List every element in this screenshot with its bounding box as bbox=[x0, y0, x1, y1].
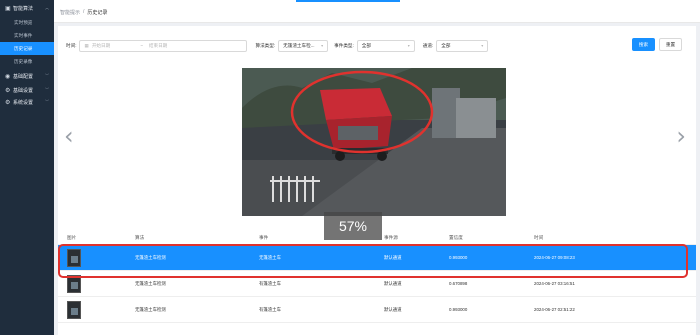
sidebar-group-label: 基础设置 bbox=[13, 87, 34, 94]
image-viewer: ‹ › 57% bbox=[58, 64, 696, 240]
column-header-algorithm: 算法 bbox=[135, 235, 145, 240]
sidebar-group-label: 系统设置 bbox=[13, 99, 34, 106]
event-type-select[interactable]: 全部 ▾ bbox=[356, 39, 415, 52]
breadcrumb-item[interactable]: 智能提示 bbox=[60, 9, 80, 16]
breadcrumb-current: 历史记录 bbox=[87, 10, 108, 16]
column-header-image: 图片 bbox=[67, 235, 77, 240]
chevron-down-icon: ﹀ bbox=[45, 99, 49, 104]
channel-select[interactable]: 全部 ▾ bbox=[436, 39, 489, 52]
sidebar-group-basic-settings[interactable]: ⚙ 基础设置 ﹀ bbox=[0, 84, 54, 96]
sidebar-item-live-events[interactable]: 实时事件 bbox=[0, 29, 54, 42]
cell-source: 默认通道 bbox=[384, 306, 402, 312]
chevron-up-icon: ︿ bbox=[45, 5, 49, 10]
row-thumbnail[interactable] bbox=[67, 274, 81, 293]
event-type-value: 全部 bbox=[361, 42, 371, 48]
end-date-input[interactable]: 结束日期 bbox=[149, 43, 167, 49]
channel-label: 通道: bbox=[422, 42, 434, 48]
search-button[interactable]: 搜索 bbox=[632, 38, 655, 51]
chevron-down-icon: ▾ bbox=[321, 43, 324, 48]
cell-algorithm: 无篷渣土车检测 bbox=[135, 254, 166, 260]
chevron-left-icon[interactable]: ‹ bbox=[64, 122, 74, 150]
time-label: 时间: bbox=[66, 42, 77, 48]
channel-value: 全部 bbox=[441, 42, 451, 48]
row-thumbnail[interactable] bbox=[67, 300, 81, 319]
cell-algorithm: 无篷渣土车检测 bbox=[135, 280, 166, 286]
chevron-down-icon: ▾ bbox=[407, 43, 410, 48]
cell-time: 2024-06-27 09:08:23 bbox=[534, 255, 575, 260]
column-header-confidence: 置信度 bbox=[449, 235, 463, 240]
monitor-icon: ▣ bbox=[5, 5, 11, 12]
column-header-event: 事件 bbox=[259, 235, 269, 240]
cell-source: 默认通道 bbox=[384, 280, 402, 286]
algo-type-select[interactable]: 无篷渣土车检... ▾ bbox=[278, 39, 329, 52]
algo-type-label: 算法类型: bbox=[255, 42, 276, 48]
chevron-down-icon: ﹀ bbox=[45, 73, 49, 78]
sidebar-group-label: 智能算法 bbox=[13, 5, 34, 12]
top-bar: 智能提示 / 历史记录 bbox=[54, 0, 700, 23]
cell-confidence: 0.670898 bbox=[449, 281, 468, 286]
cell-event: 有篷渣土车 bbox=[259, 306, 281, 312]
gear-icon: ⚙ bbox=[5, 87, 11, 94]
cell-algorithm: 无篷渣土车检测 bbox=[135, 306, 166, 312]
snapshot-image bbox=[242, 68, 506, 216]
chevron-right-icon[interactable]: › bbox=[676, 122, 686, 150]
sidebar-group-algorithm[interactable]: ▣ 智能算法 ︿ bbox=[0, 0, 54, 16]
breadcrumb-separator: / bbox=[83, 9, 85, 15]
start-date-input[interactable]: 开始日期 bbox=[92, 43, 110, 49]
event-type-label: 事件类型: bbox=[334, 42, 354, 48]
cell-time: 2024-06-27 02:51:22 bbox=[534, 307, 575, 312]
sidebar-item-live-preview[interactable]: 实时预览 bbox=[0, 16, 54, 29]
cell-event: 有篷渣土车 bbox=[259, 280, 281, 286]
sidebar-item-history-records[interactable]: 历史记录 bbox=[0, 42, 54, 55]
sidebar-group-system-settings[interactable]: ⚙ 系统设置 ﹀ bbox=[0, 96, 54, 108]
cell-event: 无篷渣土车 bbox=[259, 254, 281, 260]
chevron-down-icon: ﹀ bbox=[45, 87, 49, 92]
breadcrumb: 智能提示 / 历史记录 bbox=[60, 9, 107, 16]
sidebar: ▣ 智能算法 ︿ 实时预览 实时事件 历史记录 历史录像 ◉ 基础配置 ﹀ ⚙ … bbox=[0, 0, 54, 335]
sidebar-item-history-video[interactable]: 历史录像 bbox=[0, 55, 54, 68]
table-row[interactable]: 无篷渣土车检测 有篷渣土车 默认通道 0.993000 2024-06-27 0… bbox=[58, 297, 696, 323]
cell-time: 2024-06-27 03:16:51 bbox=[534, 281, 575, 286]
records-table: 图片 算法 事件 事件源 置信度 时间 无篷渣土车检测 无篷渣土车 默认通道 0… bbox=[58, 232, 696, 323]
table-row[interactable]: 无篷渣土车检测 无篷渣土车 默认通道 0.993000 2024-06-27 0… bbox=[58, 245, 696, 271]
algo-type-value: 无篷渣土车检... bbox=[283, 42, 315, 48]
calendar-icon: ▦ bbox=[84, 42, 89, 48]
sidebar-group-label: 基础配置 bbox=[13, 73, 34, 80]
cell-source: 默认通道 bbox=[384, 254, 402, 260]
cell-confidence: 0.993000 bbox=[449, 255, 468, 260]
main-card: 时间: ▦ 开始日期 ~ 结束日期 算法类型: 无篷渣土车检... ▾ 事件类型… bbox=[58, 26, 696, 335]
snapshot-scene bbox=[242, 68, 506, 216]
range-separator: ~ bbox=[140, 43, 143, 48]
date-range-picker[interactable]: ▦ 开始日期 ~ 结束日期 bbox=[79, 39, 248, 52]
sidebar-group-basic-config[interactable]: ◉ 基础配置 ﹀ bbox=[0, 68, 54, 84]
active-tab-indicator bbox=[296, 0, 400, 2]
table-row[interactable]: 无篷渣土车检测 有篷渣土车 默认通道 0.670898 2024-06-27 0… bbox=[58, 271, 696, 297]
cell-confidence: 0.993000 bbox=[449, 307, 468, 312]
row-thumbnail[interactable] bbox=[67, 248, 81, 267]
reset-button[interactable]: 重置 bbox=[659, 38, 682, 51]
table-header: 图片 算法 事件 事件源 置信度 时间 bbox=[58, 232, 696, 245]
column-header-source: 事件源 bbox=[384, 235, 398, 240]
settings-icon: ⚙ bbox=[5, 99, 11, 106]
location-icon: ◉ bbox=[5, 73, 11, 80]
filter-bar: 时间: ▦ 开始日期 ~ 结束日期 算法类型: 无篷渣土车检... ▾ 事件类型… bbox=[66, 38, 489, 53]
column-header-time: 时间 bbox=[534, 235, 544, 240]
chevron-down-icon: ▾ bbox=[481, 43, 484, 48]
